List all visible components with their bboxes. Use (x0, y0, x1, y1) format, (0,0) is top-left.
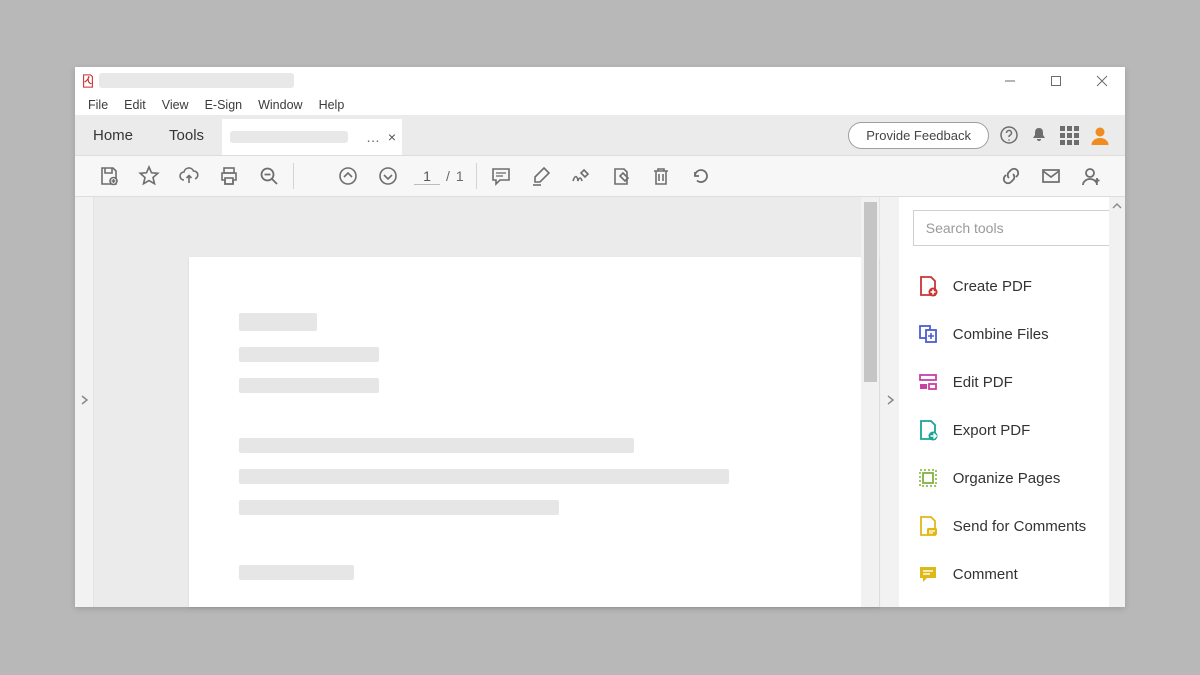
search-tools-input[interactable] (926, 220, 1098, 236)
home-tab[interactable]: Home (75, 115, 151, 155)
star-icon[interactable] (129, 165, 169, 187)
organize-pages-icon (917, 467, 939, 489)
menu-esign[interactable]: E-Sign (197, 98, 251, 112)
title-bar (75, 67, 1125, 94)
menu-edit[interactable]: Edit (116, 98, 154, 112)
toolbar-separator (476, 163, 477, 189)
tabs-bar: Home Tools … × Provide Feedback (75, 115, 1125, 155)
close-button[interactable] (1079, 67, 1125, 94)
tool-comment[interactable]: Comment (899, 550, 1125, 598)
page-sep: / (446, 168, 450, 184)
document-viewport[interactable] (94, 197, 879, 607)
save-icon[interactable] (89, 165, 129, 187)
right-pane-toggle[interactable] (879, 197, 898, 607)
tool-label: Export PDF (953, 422, 1031, 439)
highlight-icon[interactable] (521, 165, 561, 187)
edit-pdf-icon (917, 371, 939, 393)
search-tools-field[interactable] (913, 210, 1111, 246)
notifications-icon[interactable] (1029, 125, 1049, 145)
tool-label: Create PDF (953, 278, 1032, 295)
window-controls (987, 67, 1125, 94)
tool-label: Organize Pages (953, 470, 1061, 487)
tool-label: Comment (953, 566, 1018, 583)
tools-list: Create PDF Combine Files Edit PDF Export… (899, 258, 1125, 602)
comment-bubble-icon[interactable] (481, 165, 521, 187)
menu-file[interactable]: File (80, 98, 116, 112)
tab-close-button[interactable]: × (388, 129, 396, 145)
help-icon[interactable] (999, 125, 1019, 145)
export-pdf-icon (917, 419, 939, 441)
menu-window[interactable]: Window (250, 98, 310, 112)
menu-view[interactable]: View (154, 98, 197, 112)
tab-ellipsis: … (366, 129, 380, 145)
tool-edit-pdf[interactable]: Edit PDF (899, 358, 1125, 406)
toolbar-separator (293, 163, 294, 189)
main-toolbar: / 1 (75, 155, 1125, 197)
tools-panel: Create PDF Combine Files Edit PDF Export… (899, 197, 1125, 607)
minimize-button[interactable] (987, 67, 1033, 94)
cloud-upload-icon[interactable] (169, 165, 209, 187)
tool-label: Edit PDF (953, 374, 1013, 391)
page-up-icon[interactable] (328, 165, 368, 187)
tool-create-pdf[interactable]: Create PDF (899, 262, 1125, 310)
tool-combine-files[interactable]: Combine Files (899, 310, 1125, 358)
maximize-button[interactable] (1033, 67, 1079, 94)
left-pane-toggle[interactable] (75, 197, 94, 607)
print-icon[interactable] (209, 165, 249, 187)
share-person-icon[interactable] (1071, 165, 1111, 187)
rotate-icon[interactable] (681, 165, 721, 187)
tool-label: Combine Files (953, 326, 1049, 343)
menu-bar: File Edit View E-Sign Window Help (75, 94, 1125, 115)
scrollbar-thumb[interactable] (864, 202, 877, 382)
delete-icon[interactable] (641, 165, 681, 187)
scroll-up-icon[interactable] (1111, 199, 1123, 213)
document-tab[interactable]: … × (222, 119, 402, 155)
acrobat-app-icon (81, 74, 95, 88)
app-window: File Edit View E-Sign Window Help Home T… (75, 67, 1125, 607)
comment-icon (917, 563, 939, 585)
page-number-input[interactable] (414, 168, 440, 185)
share-link-icon[interactable] (991, 165, 1031, 187)
user-avatar-icon[interactable] (1089, 124, 1111, 146)
tools-scrollbar[interactable] (1109, 197, 1125, 607)
content-area: Create PDF Combine Files Edit PDF Export… (75, 197, 1125, 607)
sign-icon[interactable] (561, 165, 601, 187)
page-counter: / 1 (414, 168, 464, 185)
tool-export-pdf[interactable]: Export PDF (899, 406, 1125, 454)
tool-organize-pages[interactable]: Organize Pages (899, 454, 1125, 502)
edit-text-icon[interactable] (601, 165, 641, 187)
email-icon[interactable] (1031, 165, 1071, 187)
tool-send-for-comments[interactable]: Send for Comments (899, 502, 1125, 550)
send-comments-icon (917, 515, 939, 537)
page-down-icon[interactable] (368, 165, 408, 187)
page-total: 1 (456, 168, 464, 184)
apps-grid-icon[interactable] (1059, 125, 1079, 145)
window-title-placeholder (99, 73, 294, 88)
zoom-out-icon[interactable] (249, 165, 289, 187)
tool-label: Send for Comments (953, 518, 1086, 535)
menu-help[interactable]: Help (311, 98, 353, 112)
document-page (189, 257, 879, 607)
combine-files-icon (917, 323, 939, 345)
document-scrollbar[interactable] (861, 197, 879, 607)
create-pdf-icon (917, 275, 939, 297)
tools-tab[interactable]: Tools (151, 115, 222, 155)
provide-feedback-button[interactable]: Provide Feedback (848, 122, 989, 149)
